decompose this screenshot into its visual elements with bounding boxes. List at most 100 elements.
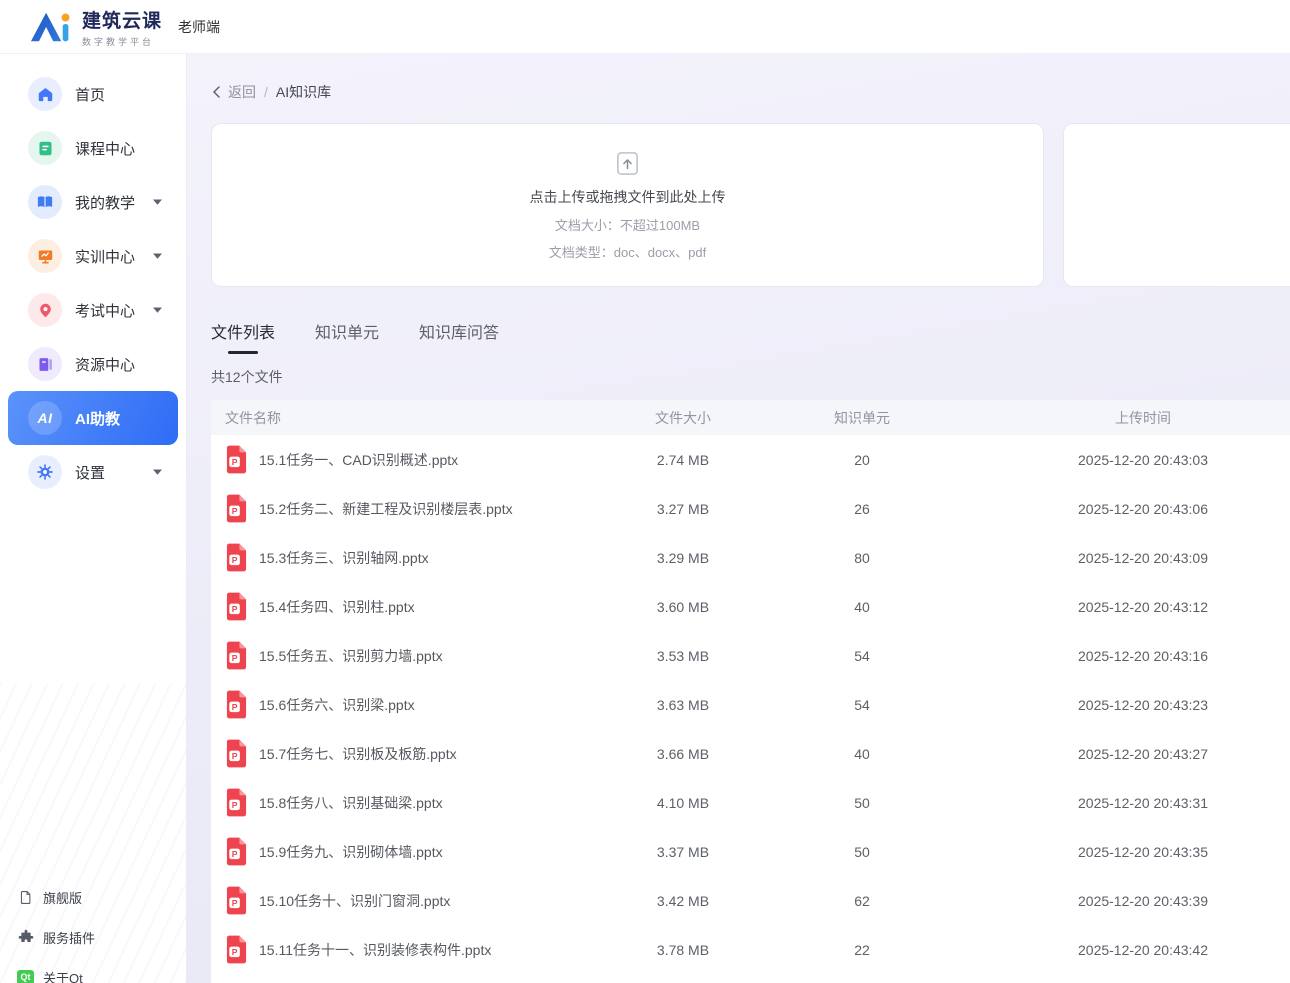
tab-bar: 文件列表 知识单元 知识库问答 [211,319,1290,357]
sidebar-item-settings[interactable]: 设置 [0,445,186,499]
svg-text:P: P [232,604,238,614]
sidebar-item-exams[interactable]: 考试中心 [0,283,186,337]
table-header: 文件名称 文件大小 知识单元 上传时间 [211,400,1290,435]
file-name: 15.7任务七、识别板及板筋.pptx [259,744,457,764]
file-size: 3.53 MB [608,648,758,664]
chevron-down-icon [153,253,162,259]
chevron-down-icon [153,469,162,475]
file-table: 文件名称 文件大小 知识单元 上传时间 P 15.1任务一、CAD识别概述.pp… [211,400,1290,974]
table-row[interactable]: P 15.11任务十一、识别装修表构件.pptx 3.78 MB 22 2025… [211,925,1290,974]
svg-text:P: P [232,800,238,810]
topbar: 建筑云课 数字教学平台 老师端 [0,0,1290,54]
pptx-file-icon: P [225,788,248,817]
knowledge-unit-count: 54 [758,648,966,664]
file-size: 3.42 MB [608,893,758,909]
svg-text:P: P [232,653,238,663]
upload-time: 2025-12-20 20:43:03 [966,452,1290,468]
sidebar-item-home[interactable]: 首页 [0,67,186,121]
svg-text:P: P [232,947,238,957]
upload-time: 2025-12-20 20:43:09 [966,550,1290,566]
knowledge-unit-count: 40 [758,599,966,615]
table-row[interactable]: P 15.4任务四、识别柱.pptx 3.60 MB 40 2025-12-20… [211,582,1290,631]
file-size: 3.78 MB [608,942,758,958]
file-size: 3.27 MB [608,501,758,517]
sidebar-footer-item-flagship[interactable]: 旗舰版 [0,877,186,917]
sidebar-nav: 首页 课程中心 我的教学 实训中心 考试中心 资源中心 AI AI助教 设置 [0,54,186,499]
tab-knowledge-units[interactable]: 知识单元 [315,319,379,357]
chevron-left-icon[interactable] [212,86,220,98]
breadcrumb: 返回 / AI知识库 [212,82,1290,102]
knowledge-unit-count: 54 [758,697,966,713]
file-size: 2.74 MB [608,452,758,468]
table-row[interactable]: P 15.3任务三、识别轴网.pptx 3.29 MB 80 2025-12-2… [211,533,1290,582]
table-row[interactable]: P 15.8任务八、识别基础梁.pptx 4.10 MB 50 2025-12-… [211,778,1290,827]
home-icon [28,77,62,111]
pptx-file-icon: P [225,935,248,964]
teaching-icon [28,185,62,219]
pptx-file-icon: P [225,641,248,670]
upload-type-hint: 文档类型：doc、docx、pdf [549,242,707,261]
sidebar: 首页 课程中心 我的教学 实训中心 考试中心 资源中心 AI AI助教 设置 旗… [0,54,187,983]
file-name: 15.6任务六、识别梁.pptx [259,695,415,715]
file-count: 共12个文件 [211,367,1290,387]
knowledge-unit-count: 80 [758,550,966,566]
upload-icon [614,150,641,177]
sidebar-footer-item-plugins[interactable]: 服务插件 [0,917,186,957]
upload-time: 2025-12-20 20:43:16 [966,648,1290,664]
table-row[interactable]: P 15.7任务七、识别板及板筋.pptx 3.66 MB 40 2025-12… [211,729,1290,778]
app-title: 建筑云课 [82,6,162,33]
pptx-file-icon: P [225,445,248,474]
tab-file-list[interactable]: 文件列表 [211,319,275,357]
table-row[interactable]: P 15.10任务十、识别门窗洞.pptx 3.42 MB 62 2025-12… [211,876,1290,925]
file-name: 15.4任务四、识别柱.pptx [259,597,415,617]
resource-icon [28,347,62,381]
pptx-file-icon: P [225,739,248,768]
file-name: 15.9任务九、识别砌体墙.pptx [259,842,443,862]
upload-time: 2025-12-20 20:43:35 [966,844,1290,860]
svg-text:P: P [232,849,238,859]
table-row[interactable]: P 15.9任务九、识别砌体墙.pptx 3.37 MB 50 2025-12-… [211,827,1290,876]
breadcrumb-back[interactable]: 返回 [228,82,256,102]
course-icon [28,131,62,165]
table-row[interactable]: P 15.5任务五、识别剪力墙.pptx 3.53 MB 54 2025-12-… [211,631,1290,680]
file-name: 15.10任务十、识别门窗洞.pptx [259,891,450,911]
settings-icon [28,455,62,489]
pptx-file-icon: P [225,837,248,866]
upload-size-hint: 文档大小：不超过100MB [555,215,700,234]
pptx-file-icon: P [225,543,248,572]
sidebar-item-my-teaching[interactable]: 我的教学 [0,175,186,229]
tab-kb-qa[interactable]: 知识库问答 [419,319,499,357]
file-name: 15.8任务八、识别基础梁.pptx [259,793,443,813]
sidebar-item-resources[interactable]: 资源中心 [0,337,186,391]
column-header-units: 知识单元 [758,408,966,428]
upload-time: 2025-12-20 20:43:23 [966,697,1290,713]
sidebar-item-ai-assistant[interactable]: AI AI助教 [8,391,178,445]
sidebar-item-courses[interactable]: 课程中心 [0,121,186,175]
side-panel-card [1063,123,1290,287]
table-row[interactable]: P 15.2任务二、新建工程及识别楼层表.pptx 3.27 MB 26 202… [211,484,1290,533]
sidebar-footer-item-about-qt[interactable]: Qt 关于Qt [0,957,186,983]
pptx-file-icon: P [225,592,248,621]
svg-text:P: P [232,555,238,565]
knowledge-unit-count: 50 [758,844,966,860]
upload-time: 2025-12-20 20:43:12 [966,599,1290,615]
upload-time: 2025-12-20 20:43:27 [966,746,1290,762]
table-row[interactable]: P 15.6任务六、识别梁.pptx 3.63 MB 54 2025-12-20… [211,680,1290,729]
sidebar-item-training[interactable]: 实训中心 [0,229,186,283]
knowledge-unit-count: 62 [758,893,966,909]
breadcrumb-separator: / [264,84,268,100]
file-name: 15.5任务五、识别剪力墙.pptx [259,646,443,666]
column-header-size: 文件大小 [608,408,758,428]
role-label: 老师端 [178,17,220,37]
logo-mark [24,9,72,45]
table-row[interactable]: P 15.1任务一、CAD识别概述.pptx 2.74 MB 20 2025-1… [211,435,1290,484]
upload-dropzone[interactable]: 点击上传或拖拽文件到此处上传 文档大小：不超过100MB 文档类型：doc、do… [211,123,1044,287]
file-name: 15.2任务二、新建工程及识别楼层表.pptx [259,499,513,519]
pptx-file-icon: P [225,690,248,719]
svg-text:P: P [232,751,238,761]
file-size: 4.10 MB [608,795,758,811]
file-size: 3.63 MB [608,697,758,713]
app-logo: 建筑云课 数字教学平台 [24,6,162,48]
upload-instruction: 点击上传或拖拽文件到此处上传 [530,187,726,207]
pptx-file-icon: P [225,494,248,523]
